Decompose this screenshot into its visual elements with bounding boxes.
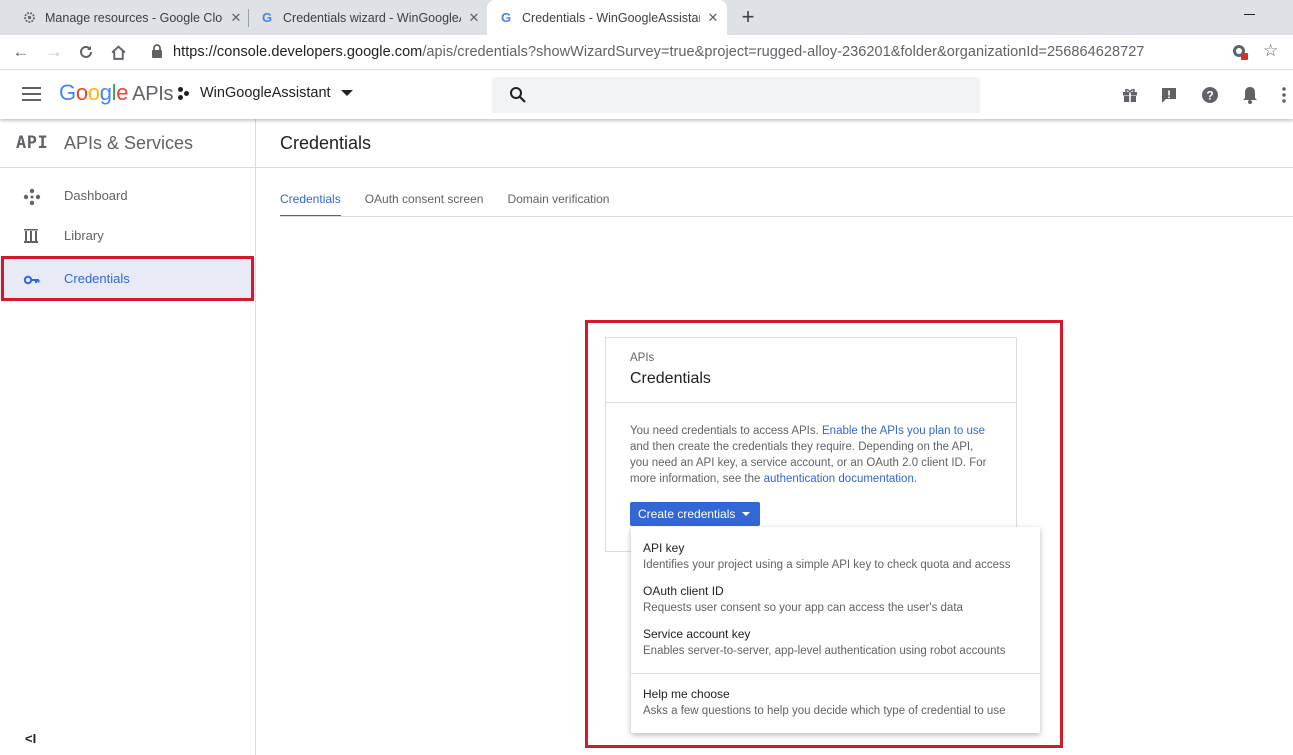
gift-icon[interactable]: [1120, 85, 1140, 105]
dropdown-caret-icon: [340, 90, 353, 96]
menu-item-title: API key: [643, 541, 685, 555]
card-title: Credentials: [630, 370, 711, 387]
project-selector[interactable]: WinGoogleAssistant: [178, 85, 353, 101]
browser-tab-strip: Manage resources - Google Clou ✕ G Crede…: [0, 0, 1293, 35]
card-text: You need credentials to access APIs.: [630, 425, 823, 437]
menu-item-title: OAuth client ID: [643, 584, 724, 598]
sidebar-title: APIs & Services: [64, 133, 194, 153]
create-credentials-menu: API key Identifies your project using a …: [631, 527, 1040, 733]
library-icon: [23, 228, 41, 246]
menu-item-oauth-client-id[interactable]: OAuth client ID Requests user consent so…: [643, 584, 1033, 614]
dropdown-caret-icon: [742, 512, 750, 516]
sidebar-header: API APIs & Services: [0, 119, 255, 168]
browser-tab-title: Credentials - WinGoogleAssistan: [522, 10, 700, 25]
menu-item-service-account-key[interactable]: Service account key Enables server-to-se…: [643, 627, 1033, 657]
extension-icon[interactable]: [1232, 44, 1248, 60]
address-bar-url[interactable]: https://console.developers.google.com/ap…: [173, 44, 1144, 60]
browser-tab-title: Credentials wizard - WinGoogleA: [283, 10, 461, 25]
menu-item-description: Requests user consent so your app can ac…: [643, 602, 963, 614]
bookmark-star-icon[interactable]: ☆: [1263, 41, 1278, 61]
console-header: Google APIs WinGoogleAssistant ?: [0, 71, 1293, 119]
forward-arrow-icon[interactable]: →: [44, 42, 64, 62]
search-icon: [509, 86, 527, 104]
search-bar[interactable]: [492, 77, 980, 113]
card-description: You need credentials to access APIs. Ena…: [630, 423, 990, 487]
enable-apis-link[interactable]: Enable the APIs you plan to use: [822, 425, 985, 437]
feedback-icon[interactable]: [1159, 85, 1179, 105]
menu-item-description: Asks a few questions to help you decide …: [643, 705, 1006, 717]
menu-item-description: Enables server-to-server, app-level auth…: [643, 645, 1006, 657]
reload-icon[interactable]: [76, 42, 96, 62]
sidebar-item-dashboard[interactable]: Dashboard: [0, 176, 255, 216]
menu-item-api-key[interactable]: API key Identifies your project using a …: [643, 541, 1033, 571]
sidebar-item-label: Library: [64, 228, 104, 243]
home-icon[interactable]: [108, 42, 128, 62]
new-tab-button[interactable]: +: [737, 6, 759, 28]
tab-divider: [248, 9, 249, 27]
page-title: Credentials: [280, 133, 372, 153]
tab-oauth-consent-screen[interactable]: OAuth consent screen: [365, 192, 484, 217]
sidebar-item-label: Dashboard: [64, 188, 128, 203]
close-tab-icon[interactable]: ✕: [467, 10, 481, 25]
gear-icon: [22, 11, 36, 25]
google-g-icon: G: [261, 10, 273, 25]
divider: [280, 216, 1293, 217]
create-credentials-button[interactable]: Create credentials: [630, 502, 760, 526]
browser-tab-title: Manage resources - Google Clou: [45, 10, 223, 25]
project-dots-icon: [178, 86, 192, 100]
lock-icon[interactable]: [151, 44, 163, 59]
dashboard-icon: [23, 188, 41, 206]
content-tabs: Credentials OAuth consent screen Domain …: [280, 192, 633, 217]
menu-divider: [631, 673, 1040, 674]
menu-item-help-me-choose[interactable]: Help me choose Asks a few questions to h…: [643, 687, 1033, 717]
url-host: https://console.developers.google.com: [173, 44, 423, 60]
menu-item-description: Identifies your project using a simple A…: [643, 559, 1011, 571]
window-minimize-button[interactable]: [1244, 8, 1256, 20]
close-tab-icon[interactable]: ✕: [229, 10, 243, 25]
help-icon[interactable]: ?: [1200, 85, 1220, 105]
authentication-documentation-link[interactable]: authentication documentation: [764, 473, 914, 485]
back-arrow-icon[interactable]: ←: [11, 42, 31, 62]
sidebar-item-library[interactable]: Library: [0, 216, 255, 256]
logo-suffix: APIs: [132, 83, 174, 105]
menu-item-title: Help me choose: [643, 687, 730, 701]
browser-tab-credentials-wizard[interactable]: G Credentials wizard - WinGoogleA ✕: [250, 0, 486, 35]
divider: [256, 167, 1293, 168]
card-text: .: [913, 473, 918, 485]
browser-tab-manage-resources[interactable]: Manage resources - Google Clou ✕: [10, 0, 246, 35]
google-apis-logo[interactable]: Google APIs: [59, 80, 174, 106]
tab-domain-verification[interactable]: Domain verification: [507, 192, 609, 217]
highlight-box-credentials-nav: [1, 256, 254, 301]
url-path: /apis/credentials?showWizardSurvey=true&…: [422, 44, 1145, 60]
create-credentials-label: Create credentials: [638, 507, 736, 521]
close-tab-icon[interactable]: ✕: [706, 10, 720, 25]
card-overline: APIs: [630, 352, 655, 364]
card-header: APIs Credentials: [606, 338, 1016, 403]
hamburger-menu-icon[interactable]: [22, 87, 41, 101]
project-name: WinGoogleAssistant: [200, 85, 331, 101]
browser-toolbar: ← → https://console.developers.google.co…: [0, 35, 1293, 70]
api-icon: API: [16, 133, 49, 153]
more-options-icon[interactable]: [1278, 85, 1290, 105]
tab-credentials[interactable]: Credentials: [280, 192, 341, 217]
notifications-bell-icon[interactable]: [1240, 85, 1260, 105]
google-g-icon: G: [500, 10, 512, 25]
browser-tab-credentials[interactable]: G Credentials - WinGoogleAssistan ✕: [487, 0, 727, 35]
svg-text:?: ?: [1206, 88, 1213, 102]
collapse-sidebar-icon[interactable]: <I: [25, 731, 36, 746]
menu-item-title: Service account key: [643, 627, 751, 641]
sidebar: API APIs & Services Dashboard Library Cr…: [0, 119, 256, 755]
